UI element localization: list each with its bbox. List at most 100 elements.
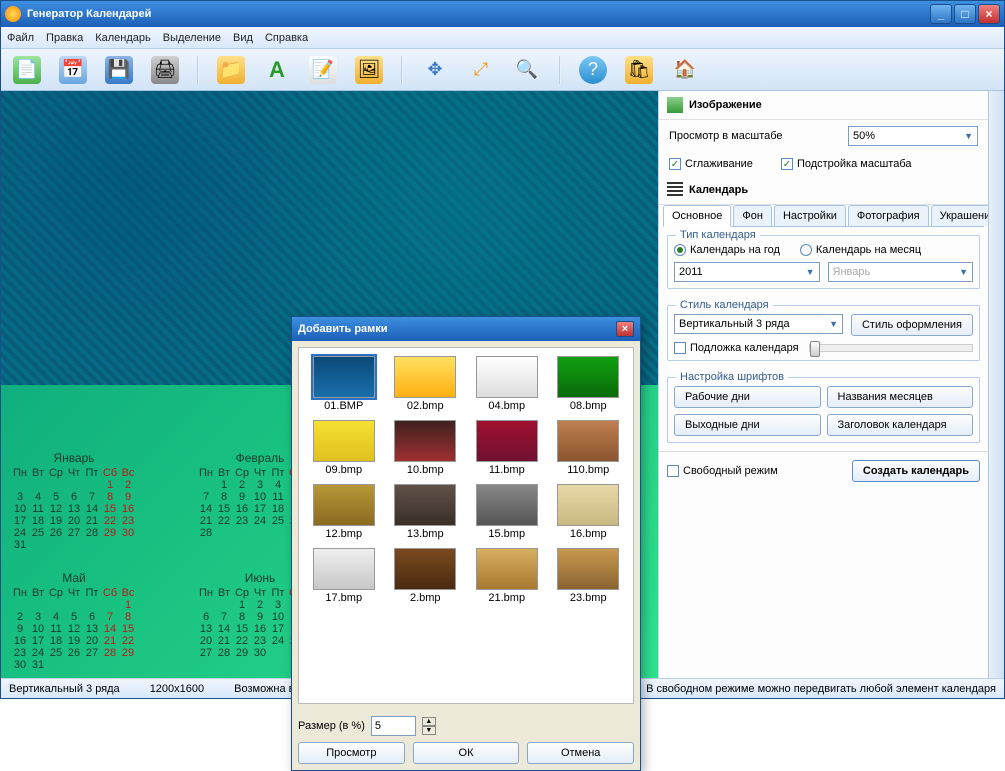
- tab-background[interactable]: Фон: [733, 205, 772, 226]
- workdays-button[interactable]: Рабочие дни: [674, 386, 821, 408]
- underlay-slider[interactable]: [809, 344, 973, 352]
- tab-photo[interactable]: Фотография: [848, 205, 929, 226]
- thumb-label: 17.bmp: [325, 592, 362, 604]
- type-legend: Тип календаря: [676, 229, 760, 241]
- resize-icon[interactable]: ⤢: [467, 56, 495, 84]
- style-design-button[interactable]: Стиль оформления: [851, 314, 973, 336]
- dialog-close-button[interactable]: ×: [616, 321, 634, 337]
- frame-thumb[interactable]: 13.bmp: [389, 484, 463, 540]
- status-free: В свободном режиме можно передвигать люб…: [646, 683, 996, 695]
- caltitle-button[interactable]: Заголовок календаря: [827, 414, 974, 436]
- frame-thumb[interactable]: 04.bmp: [470, 356, 544, 412]
- frame-thumb[interactable]: 08.bmp: [552, 356, 626, 412]
- smoothing-checkbox[interactable]: ✓Сглаживание: [669, 158, 753, 170]
- style-select[interactable]: Вертикальный 3 ряда▼: [674, 314, 843, 334]
- menu-help[interactable]: Справка: [265, 32, 308, 44]
- minimize-button[interactable]: _: [930, 4, 952, 24]
- frame-thumb[interactable]: 110.bmp: [552, 420, 626, 476]
- ok-button[interactable]: ОК: [413, 742, 520, 764]
- save-icon[interactable]: 💾: [105, 56, 133, 84]
- new-project-icon[interactable]: 📄: [13, 56, 41, 84]
- add-folder-icon[interactable]: 📁: [217, 56, 245, 84]
- image-icon: [667, 97, 683, 113]
- menu-selection[interactable]: Выделение: [163, 32, 221, 44]
- frame-thumb[interactable]: 11.bmp: [470, 420, 544, 476]
- thumb-label: 01.BMP: [324, 400, 363, 412]
- year-select[interactable]: 2011▼: [674, 262, 820, 282]
- right-panel: Изображение Просмотр в масштабе 50%▼ ✓Сг…: [658, 91, 988, 678]
- toolbar: 📄 📅 💾 🖨 📁 A 📝 🖼 ✥ ⤢ 🔍 ? 🛍 🏠: [1, 49, 1004, 91]
- frame-thumb[interactable]: 21.bmp: [470, 548, 544, 604]
- spinner-down[interactable]: ▼: [422, 726, 436, 735]
- weekends-button[interactable]: Выходные дни: [674, 414, 821, 436]
- tab-decorations[interactable]: Украшения: [931, 205, 988, 226]
- menu-view[interactable]: Вид: [233, 32, 253, 44]
- edit-page-icon[interactable]: 📝: [309, 56, 337, 84]
- frame-thumb[interactable]: 02.bmp: [389, 356, 463, 412]
- thumb-label: 04.bmp: [488, 400, 525, 412]
- monthnames-button[interactable]: Названия месяцев: [827, 386, 974, 408]
- spinner-up[interactable]: ▲: [422, 717, 436, 726]
- frame-thumb[interactable]: 10.bmp: [389, 420, 463, 476]
- frame-thumb[interactable]: 2.bmp: [389, 548, 463, 604]
- frame-thumb[interactable]: 15.bmp: [470, 484, 544, 540]
- tab-settings[interactable]: Настройки: [774, 205, 846, 226]
- home-icon[interactable]: 🏠: [671, 56, 699, 84]
- close-button[interactable]: ×: [978, 4, 1000, 24]
- vertical-scrollbar[interactable]: [988, 91, 1004, 678]
- thumb-label: 11.bmp: [489, 464, 525, 476]
- preview-button[interactable]: Просмотр: [298, 742, 405, 764]
- calendar-header: Календарь: [689, 184, 748, 196]
- create-calendar-button[interactable]: Создать календарь: [852, 460, 980, 482]
- frame-thumb[interactable]: 09.bmp: [307, 420, 381, 476]
- frame-thumb[interactable]: 12.bmp: [307, 484, 381, 540]
- size-label: Размер (в %): [298, 720, 365, 732]
- thumb-label: 09.bmp: [325, 464, 362, 476]
- size-input[interactable]: [371, 716, 416, 736]
- style-legend: Стиль календаря: [676, 299, 773, 311]
- separator-icon: [197, 56, 199, 84]
- new-calendar-icon[interactable]: 📅: [59, 56, 87, 84]
- scale-select[interactable]: 50%▼: [848, 126, 978, 146]
- thumb-label: 08.bmp: [570, 400, 607, 412]
- menu-edit[interactable]: Правка: [46, 32, 83, 44]
- image-header: Изображение: [689, 99, 762, 111]
- help-icon[interactable]: ?: [579, 56, 607, 84]
- frame-thumb[interactable]: 17.bmp: [307, 548, 381, 604]
- zoom-icon[interactable]: 🔍: [513, 56, 541, 84]
- frame-thumb[interactable]: 16.bmp: [552, 484, 626, 540]
- maximize-button[interactable]: □: [954, 4, 976, 24]
- tab-main[interactable]: Основное: [663, 205, 731, 227]
- thumb-label: 10.bmp: [407, 464, 444, 476]
- thumb-label: 21.bmp: [488, 592, 525, 604]
- freemode-checkbox[interactable]: Свободный режим: [667, 465, 778, 477]
- thumb-label: 2.bmp: [410, 592, 441, 604]
- fit-checkbox[interactable]: ✓Подстройка масштаба: [781, 158, 912, 170]
- separator-icon: [401, 56, 403, 84]
- menu-calendar[interactable]: Календарь: [95, 32, 151, 44]
- app-icon: [5, 6, 21, 22]
- window-title: Генератор Календарей: [27, 8, 928, 20]
- thumb-label: 12.bmp: [325, 528, 362, 540]
- radio-year[interactable]: Календарь на год: [674, 244, 780, 256]
- menu-bar: Файл Правка Календарь Выделение Вид Спра…: [1, 27, 1004, 49]
- shop-icon[interactable]: 🛍: [625, 56, 653, 84]
- underlay-checkbox[interactable]: Подложка календаря: [674, 342, 799, 354]
- menu-file[interactable]: Файл: [7, 32, 34, 44]
- cancel-button[interactable]: Отмена: [527, 742, 634, 764]
- frame-thumb[interactable]: 23.bmp: [552, 548, 626, 604]
- radio-month[interactable]: Календарь на месяц: [800, 244, 921, 256]
- status-style: Вертикальный 3 ряда: [9, 683, 120, 695]
- print-icon[interactable]: 🖨: [151, 56, 179, 84]
- title-bar: Генератор Календарей _ □ ×: [1, 1, 1004, 27]
- scale-label: Просмотр в масштабе: [669, 130, 840, 142]
- add-text-icon[interactable]: A: [263, 56, 291, 84]
- frame-thumb[interactable]: 01.BMP: [307, 356, 381, 412]
- move-icon[interactable]: ✥: [421, 56, 449, 84]
- add-frames-dialog: Добавить рамки × 01.BMP 02.bmp 04.bmp 08.bmp…: [291, 316, 641, 771]
- add-image-icon[interactable]: 🖼: [355, 56, 383, 84]
- thumb-label: 23.bmp: [570, 592, 607, 604]
- dialog-title: Добавить рамки: [298, 323, 388, 335]
- thumb-label: 02.bmp: [407, 400, 444, 412]
- status-dim: 1200x1600: [150, 683, 204, 695]
